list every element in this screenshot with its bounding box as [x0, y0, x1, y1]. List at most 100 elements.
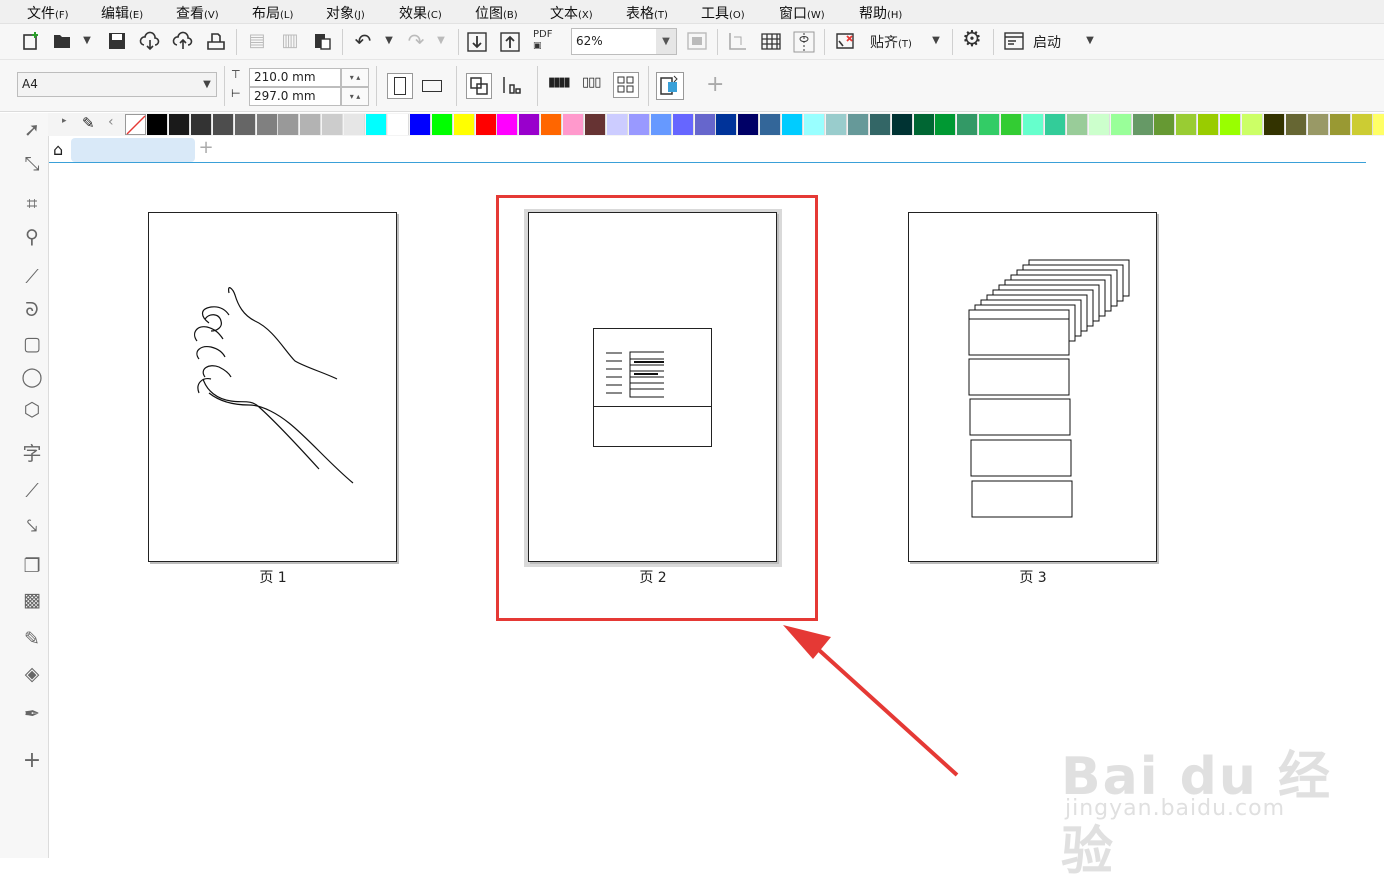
color-swatch[interactable] — [1110, 114, 1132, 135]
transparency-tool-icon[interactable]: ▩ — [18, 589, 46, 611]
color-swatch[interactable] — [1176, 114, 1198, 135]
color-swatch[interactable] — [804, 114, 825, 135]
layout-option-3-icon[interactable] — [613, 72, 639, 98]
cut-icon[interactable]: ▤ — [246, 31, 268, 51]
color-swatch[interactable] — [1088, 114, 1110, 135]
connector-tool-icon[interactable]: ⤥ — [18, 515, 46, 537]
add-tool-icon[interactable]: + — [18, 748, 46, 773]
new-document-icon[interactable] — [20, 31, 42, 56]
color-swatch[interactable] — [344, 114, 366, 135]
page-width-field[interactable]: 210.0 mm — [249, 68, 341, 87]
new-tab-icon[interactable]: + — [195, 137, 217, 161]
import-icon[interactable] — [466, 31, 488, 58]
color-eyedropper-icon[interactable]: ✎ — [82, 114, 95, 132]
color-swatch[interactable] — [300, 114, 322, 135]
color-swatch[interactable] — [1044, 114, 1066, 135]
freehand-tool-icon[interactable]: ⟋ — [18, 266, 46, 288]
color-swatch[interactable] — [475, 114, 497, 135]
menu-edit[interactable]: 编辑(E) — [101, 3, 143, 23]
open-folder-icon[interactable] — [52, 31, 74, 56]
color-swatch[interactable] — [585, 114, 606, 135]
cloud-upload-icon[interactable] — [172, 31, 194, 56]
color-swatch[interactable] — [847, 114, 869, 135]
launch-button[interactable]: 启动 — [1033, 32, 1061, 52]
redo-icon[interactable]: ↷ — [405, 31, 427, 51]
color-swatch[interactable] — [519, 114, 541, 135]
print-icon[interactable] — [205, 31, 227, 56]
color-swatch[interactable] — [256, 114, 278, 135]
options-gear-icon[interactable]: ⚙ — [961, 29, 983, 51]
paper-size-select[interactable]: A4 — [17, 72, 217, 97]
color-swatch[interactable] — [957, 114, 979, 135]
menu-table[interactable]: 表格(T) — [626, 3, 668, 23]
menu-text[interactable]: 文本(X) — [550, 3, 593, 23]
all-pages-button[interactable] — [466, 73, 492, 99]
undo-dropdown-icon[interactable]: ▼ — [380, 35, 398, 46]
page-border-icon[interactable] — [656, 72, 684, 100]
page-thumbnail-1[interactable] — [148, 212, 397, 562]
color-swatch[interactable] — [825, 114, 847, 135]
canvas[interactable]: 页 1 页 2 页 3 Bai du 经验 jingyan.baidu.com — [49, 164, 1384, 882]
home-tab-icon[interactable]: ⌂ — [53, 140, 63, 159]
color-swatch[interactable] — [1329, 114, 1351, 135]
add-preset-icon[interactable]: + — [706, 72, 724, 97]
layout-option-2-icon[interactable]: ▯▯▯ — [582, 75, 601, 90]
portrait-orientation-button[interactable] — [387, 73, 413, 99]
palette-scroll-left-icon[interactable]: ‹ — [108, 114, 114, 130]
launch-icon[interactable] — [1003, 31, 1025, 56]
color-swatch[interactable] — [563, 114, 585, 135]
color-swatch[interactable] — [1066, 114, 1088, 135]
color-swatch[interactable] — [431, 114, 453, 135]
landscape-orientation-button[interactable] — [419, 73, 445, 99]
guidelines-icon[interactable] — [793, 31, 815, 58]
page-height-spinner[interactable]: ▾ ▴ — [341, 87, 369, 106]
color-swatch[interactable] — [234, 114, 256, 135]
palette-expand-icon[interactable]: ▸ — [62, 116, 67, 126]
color-swatch[interactable] — [979, 114, 1001, 135]
zoom-tool-icon[interactable]: ⚲ — [18, 226, 46, 248]
menu-view[interactable]: 查看(V) — [176, 3, 219, 23]
color-swatch[interactable] — [1242, 114, 1263, 135]
color-swatch[interactable] — [278, 114, 300, 135]
color-swatch[interactable] — [497, 114, 519, 135]
full-screen-icon[interactable] — [686, 31, 708, 56]
color-swatch[interactable] — [628, 114, 650, 135]
cloud-download-icon[interactable] — [139, 31, 161, 56]
color-swatch[interactable] — [1263, 114, 1285, 135]
rectangle-tool-icon[interactable]: ▢ — [18, 333, 46, 355]
color-swatch[interactable] — [190, 114, 212, 135]
color-swatch[interactable] — [409, 114, 431, 135]
page-height-field[interactable]: 297.0 mm — [249, 87, 341, 106]
color-swatch[interactable] — [891, 114, 913, 135]
no-color-swatch[interactable] — [125, 114, 146, 135]
save-icon[interactable] — [106, 31, 128, 56]
color-swatch[interactable] — [913, 114, 935, 135]
paper-size-dropdown-icon[interactable]: ▼ — [198, 79, 216, 90]
menu-object[interactable]: 对象(J) — [326, 3, 365, 23]
color-swatch[interactable] — [366, 114, 387, 135]
grid-icon[interactable] — [760, 31, 782, 56]
shape-tool-icon[interactable]: ⤡ — [18, 153, 46, 175]
dimension-tool-icon[interactable]: ⟋ — [18, 480, 46, 502]
color-swatch[interactable] — [212, 114, 234, 135]
color-swatch[interactable] — [650, 114, 672, 135]
rulers-icon[interactable] — [727, 31, 749, 56]
color-swatch[interactable] — [782, 114, 804, 135]
color-swatch[interactable] — [1154, 114, 1176, 135]
zoom-dropdown-icon[interactable]: ▼ — [656, 29, 676, 54]
crop-tool-icon[interactable]: ⌗ — [18, 193, 46, 215]
page-width-spinner[interactable]: ▾ ▴ — [341, 68, 369, 87]
paste-icon[interactable] — [311, 31, 333, 56]
menu-help[interactable]: 帮助(H) — [859, 3, 902, 23]
menu-window[interactable]: 窗口(W) — [779, 3, 825, 23]
menu-file[interactable]: 文件(F) — [27, 3, 69, 23]
menu-layout[interactable]: 布局(L) — [252, 3, 293, 23]
color-swatch[interactable] — [387, 114, 409, 135]
color-swatch[interactable] — [716, 114, 738, 135]
snap-dropdown-icon[interactable]: ▼ — [927, 35, 945, 46]
menu-bitmap[interactable]: 位图(B) — [475, 3, 518, 23]
color-swatch[interactable] — [1001, 114, 1023, 135]
document-tab[interactable] — [71, 138, 195, 162]
color-swatch[interactable] — [147, 114, 168, 135]
menu-tools[interactable]: 工具(O) — [701, 3, 745, 23]
